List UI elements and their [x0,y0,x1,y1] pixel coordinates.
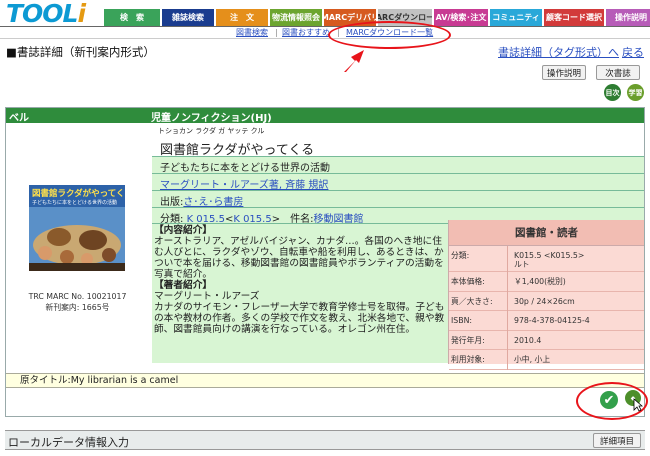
cover-subtitle: 子どもたちに本をとどける世界の活動 [32,200,118,206]
marc-number: TRC MARC No. 10021017 [28,292,127,301]
class-label: 分類: [160,214,184,224]
class-link-1[interactable]: K 015.5 [187,214,225,223]
property-value-text: 2010.4 [514,335,542,345]
author-link[interactable]: マーグリート・ルアーズ著, 斉藤 規訳 [160,180,328,190]
header: TOOLi 検 索雑誌検索注 文物流情報照会MARCデリバリMARCダウンロード… [0,0,650,28]
tag-format-link[interactable]: 書誌詳細（タグ形式）へ [498,44,619,60]
label-bell: ベル [9,113,29,124]
property-value: K015.5 <K015.5> ルト [507,246,584,272]
property-value-text: K015.5 <K015.5> [514,251,585,260]
class-link-2[interactable]: K 015.5 [233,214,271,223]
property-value-text: 30p / 24×26cm [514,296,575,306]
cursor-icon [633,398,643,412]
property-row: ISBN: 978-4-378-04125-4 [449,311,644,331]
menu-tab[interactable]: 注 文 [216,9,268,26]
logo-i: i [77,0,87,28]
book-detail-panel: ベル 児童ノンフィクション(HJ) 図書館ラクダがやってくる 子どもたちに本をと… [5,107,645,417]
toc-icon[interactable]: 目次 [604,84,621,101]
property-row: 発行年月: 2010.4 [449,330,644,350]
local-data-bar: ローカルデータ情報入力 詳細項目 [5,430,645,450]
title-kana: トショカン ラクダ ガ ヤッテ クル [152,123,644,137]
book-publisher: 出版:さ･え･ら書房 [152,191,644,208]
marc-caption: TRC MARC No. 10021017 新刊案内: 1665号 [9,291,146,313]
property-value-text: ￥1,400(税別) [514,277,566,286]
menu-tab[interactable]: 検 索 [104,9,160,26]
property-value: 978-4-378-04125-4 [507,311,590,331]
property-value: ￥1,400(税別) [507,272,566,292]
sub-navigation: 図書検索 | 図書おすすめ | MARCダウンロード一覧 [0,26,650,39]
subject-link[interactable]: 移動図書館 [313,214,363,223]
genre-label: 児童ノンフィクション(HJ) [151,113,272,124]
menu-tab[interactable]: 顧客コード選択 [544,9,604,26]
author-name: マーグリート・ルアーズ [154,291,260,302]
menu-tab[interactable]: AV/検索･注文 [434,9,488,26]
property-row: 分類: K015.5 <K015.5> ルト [449,246,644,272]
book-description: 【内容紹介】 オーストラリア、アゼルバイジャン、カナダ…。各国のへき地に住む人び… [152,224,448,363]
study-icon[interactable]: 学習 [627,84,644,101]
menu-tab[interactable]: コミュニティ [490,9,542,26]
author-heading: 【著者紹介】 [154,280,213,291]
manual-button[interactable]: 操作説明 [542,65,586,80]
book-authors: マーグリート・ルアーズ著, 斉藤 規訳 [152,174,644,191]
checkmark-icon[interactable]: ✔ [600,391,618,409]
menu-tab[interactable]: 物流情報照会 [270,9,322,26]
red-arrow-icon [344,50,364,72]
back-link[interactable]: 戻る [622,44,644,60]
publisher-label: 出版: [160,197,184,208]
subtitle-empty-cell [552,157,644,174]
property-key: 本体価格: [451,277,485,286]
book-properties-table: 図書館・読者 分類: K015.5 <K015.5> ルト本体価格: ￥1,400(税… [448,220,644,370]
book-cover-image: 図書館ラクダがやってくる 子どもたちに本をとどける世界の活動 [29,185,125,271]
red-highlight-oval [328,21,451,49]
book-header-bar: ベル 児童ノンフィクション(HJ) [6,108,644,124]
property-value-text: 小中, 小上 [514,355,551,364]
book-title: 図書館ラクダがやってくる [152,137,644,157]
properties-rows: 分類: K015.5 <K015.5> ルト本体価格: ￥1,400(税別) 頁／大きさ… [449,246,644,370]
properties-heading: 図書館・読者 [449,220,644,246]
catalog-issue: 新刊案内: 1665号 [45,303,110,312]
page: TOOLi 検 索雑誌検索注 文物流情報照会MARCデリバリMARCダウンロード… [0,0,650,456]
menu-tab[interactable]: 操作説明 [606,9,650,26]
subnav-separator: | [275,28,278,37]
property-key: 頁／大きさ: [451,296,493,306]
property-row: 頁／大きさ: 30p / 24×26cm [449,291,644,311]
property-value: 30p / 24×26cm [507,291,575,311]
original-title: 原タイトル:My librarian is a camel [6,373,644,388]
cover-title: 図書館ラクダがやってくる [32,189,125,199]
class-bracket-close: > [271,214,281,224]
property-row: 本体価格: ￥1,400(税別) [449,272,644,292]
property-key: 利用対象: [451,355,485,364]
detail-items-button[interactable]: 詳細項目 [593,433,641,448]
property-value-text: 978-4-378-04125-4 [514,316,590,325]
menu-tab[interactable]: 雑誌検索 [162,9,214,26]
logo-text: TOOL [6,0,78,28]
intro-heading: 【内容紹介】 [154,225,213,236]
property-key: 分類: [451,251,470,260]
property-key: ISBN: [451,316,473,325]
intro-text: オーストラリア、アゼルバイジャン、カナダ…。各国のへき地に住む人びとに、ラクダや… [154,236,444,280]
author-text: カナダのサイモン・フレーザー大学で教育学修士号を取得。子どもの本や教材の作者。多… [154,302,445,335]
subnav-book-search[interactable]: 図書検索 [236,27,268,39]
property-value: 小中, 小上 [507,350,550,370]
property-key: 発行年月: [451,335,485,345]
property-value-extra: ルト [514,260,530,269]
tooli-logo[interactable]: TOOLi [6,0,87,28]
next-record-button[interactable]: 次書誌 [596,65,640,80]
page-title: ■書誌詳細（新刊案内形式） [6,45,155,59]
publisher-link[interactable]: さ･え･ら書房 [183,197,243,207]
subject-label: 件名: [290,214,314,224]
book-subtitle: 子どもたちに本をとどける世界の活動 [152,157,552,174]
property-value: 2010.4 [507,330,542,350]
subnav-recommend[interactable]: 図書おすすめ [282,27,330,39]
local-data-title: ローカルデータ情報入力 [8,436,129,449]
property-row: 利用対象: 小中, 小上 [449,350,644,370]
